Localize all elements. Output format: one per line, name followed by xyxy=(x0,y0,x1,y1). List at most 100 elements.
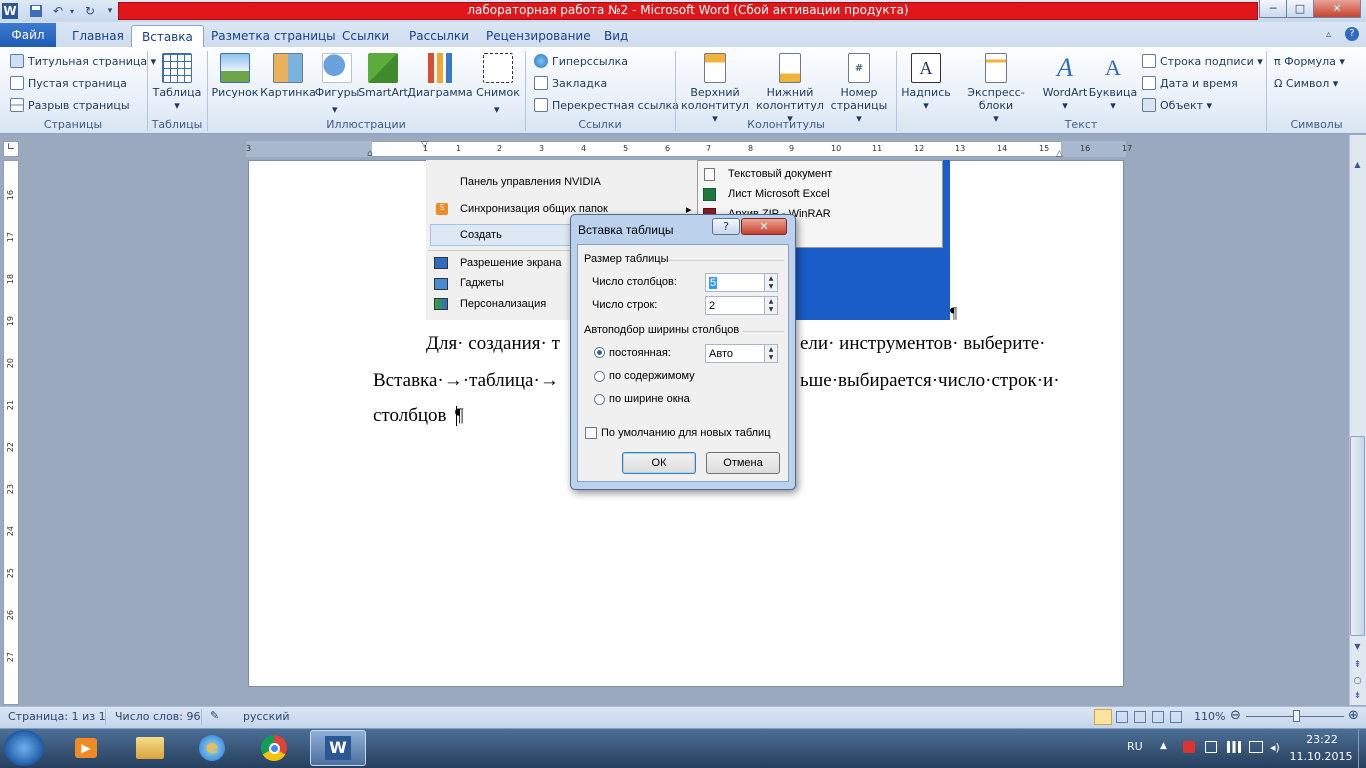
tab-page-layout[interactable]: Разметка страницы xyxy=(201,25,346,47)
bookmark-button[interactable]: Закладка xyxy=(534,74,607,92)
screenshot-button[interactable]: Снимок ▾ xyxy=(474,53,522,116)
columns-input[interactable]: 5 xyxy=(705,273,765,292)
volume-icon[interactable]: ◂) xyxy=(1270,741,1280,754)
zoom-out-icon[interactable]: ⊖ xyxy=(1230,708,1241,723)
signal-icon[interactable] xyxy=(1227,741,1241,753)
help-icon[interactable]: ? xyxy=(1345,27,1359,41)
outline-view-icon[interactable] xyxy=(1152,711,1164,723)
web-layout-icon[interactable] xyxy=(1134,711,1146,723)
horizontal-ruler[interactable] xyxy=(246,141,1126,157)
chart-icon xyxy=(425,53,455,83)
zoom-in-icon[interactable]: ⊕ xyxy=(1348,708,1359,723)
close-button[interactable]: ✕ xyxy=(1313,0,1361,18)
symbol-button[interactable]: Ω Символ ▾ xyxy=(1274,74,1338,92)
header-button[interactable]: Верхний колонтитул ▾ xyxy=(678,53,752,125)
input-language[interactable]: RU xyxy=(1127,740,1143,753)
page-number-button[interactable]: # Номер страницы ▾ xyxy=(828,53,890,125)
fixed-width-spinner[interactable]: ▲ ▼ xyxy=(764,344,778,363)
explorer-icon[interactable] xyxy=(126,730,174,766)
fixed-width-label: постоянная: xyxy=(609,347,671,359)
wordart-button[interactable]: A WordArt ▾ xyxy=(1040,53,1090,112)
show-hidden-icons[interactable]: ▲ xyxy=(1160,741,1167,751)
device-icon[interactable] xyxy=(1205,741,1217,753)
page-break-button[interactable]: Разрыв страницы xyxy=(10,96,130,114)
cancel-button[interactable]: Отмена xyxy=(706,452,780,474)
chart-button[interactable]: Диаграмма xyxy=(407,53,473,99)
fixed-width-radio[interactable] xyxy=(594,347,605,358)
autofit-window-radio[interactable] xyxy=(594,394,605,405)
dialog-close-button[interactable]: ✕ xyxy=(741,218,787,235)
redo-icon[interactable]: ↻ xyxy=(82,3,98,19)
proofing-icon[interactable]: ✎ xyxy=(210,709,226,723)
equation-button[interactable]: π Формула ▾ xyxy=(1274,52,1345,70)
tab-view[interactable]: Вид xyxy=(594,25,638,47)
table-button[interactable]: Таблица ▾ xyxy=(153,53,201,112)
reading-layout-icon[interactable] xyxy=(1116,711,1128,723)
smartart-button[interactable]: SmartArt xyxy=(358,53,408,99)
autofit-content-radio[interactable] xyxy=(594,371,605,382)
rows-spinner[interactable]: ▲ ▼ xyxy=(764,296,778,315)
battery-icon[interactable] xyxy=(1249,741,1263,753)
scroll-up-icon[interactable]: ▲ xyxy=(1350,160,1365,174)
quick-parts-button[interactable]: Экспресс-блоки ▾ xyxy=(953,53,1039,125)
ok-button[interactable]: ОК xyxy=(622,452,696,474)
collapse-ribbon-icon[interactable]: ▵ xyxy=(1326,29,1331,40)
save-icon[interactable] xyxy=(28,3,44,19)
blank-page-button[interactable]: Пустая страница xyxy=(10,74,127,92)
footer-button[interactable]: Нижний колонтитул ▾ xyxy=(753,53,827,125)
print-layout-icon[interactable] xyxy=(1094,709,1112,725)
cover-page-button[interactable]: Титульная страница ▾ xyxy=(10,52,156,70)
shapes-button[interactable]: Фигуры ▾ xyxy=(315,53,359,116)
tab-review[interactable]: Рецензирование xyxy=(476,25,601,47)
left-indent-marker[interactable]: ⌂ xyxy=(367,149,373,159)
hyperlink-button[interactable]: Гиперссылка xyxy=(534,52,628,70)
maximize-button[interactable]: □ xyxy=(1286,0,1314,18)
chrome-icon[interactable] xyxy=(250,730,298,766)
clock-date[interactable]: 11.10.2015 xyxy=(1285,750,1357,763)
object-button[interactable]: Объект ▾ xyxy=(1142,96,1212,114)
columns-spinner[interactable]: ▲ ▼ xyxy=(764,273,778,292)
clock-time[interactable]: 23:22 xyxy=(1296,733,1348,746)
tab-insert[interactable]: Вставка xyxy=(131,25,204,47)
ruler-tick-label: 23 xyxy=(6,484,15,495)
dropcap-button[interactable]: A Буквица ▾ xyxy=(1089,53,1138,112)
show-desktop-button[interactable] xyxy=(1358,729,1366,768)
chevron-down-icon[interactable]: ▾ xyxy=(64,3,80,19)
picture-button[interactable]: Рисунок xyxy=(211,53,259,99)
rows-input[interactable]: 2 xyxy=(705,296,765,315)
tab-home[interactable]: Главная xyxy=(62,25,134,47)
tab-references[interactable]: Ссылки xyxy=(332,25,399,47)
minimize-button[interactable]: ─ xyxy=(1259,0,1287,18)
tab-file[interactable]: Файл xyxy=(0,23,56,47)
security-alert-icon[interactable] xyxy=(1183,741,1195,753)
scrollbar-thumb[interactable] xyxy=(1350,436,1365,636)
signature-line-button[interactable]: Строка подписи ▾ xyxy=(1142,52,1263,70)
browse-object-icon[interactable]: ○ xyxy=(1350,676,1365,690)
customize-qat-icon[interactable]: ▾ xyxy=(102,3,118,19)
cross-reference-button[interactable]: Перекрестная ссылка xyxy=(534,96,679,114)
right-indent-marker[interactable]: △ xyxy=(1056,149,1063,159)
start-button[interactable] xyxy=(4,730,44,766)
draft-view-icon[interactable] xyxy=(1170,711,1182,723)
page-count[interactable]: Страница: 1 из 1 xyxy=(8,710,106,723)
tab-selector[interactable]: ∟ xyxy=(3,141,19,157)
media-player-icon[interactable]: ▶ xyxy=(62,730,110,766)
language-indicator[interactable]: русский xyxy=(243,710,290,723)
textbox-button[interactable]: A Надпись ▾ xyxy=(900,53,952,112)
zoom-level[interactable]: 110% xyxy=(1194,710,1225,723)
word-count[interactable]: Число слов: 96 xyxy=(115,710,201,723)
dialog-help-button[interactable]: ? xyxy=(712,218,740,235)
default-checkbox[interactable] xyxy=(585,427,597,439)
scroll-down-icon[interactable]: ▼ xyxy=(1350,642,1365,656)
next-page-icon[interactable]: ⇟ xyxy=(1350,691,1365,705)
internet-explorer-icon[interactable]: e xyxy=(188,730,236,766)
clipart-button[interactable]: Картинка xyxy=(260,53,316,99)
word-taskbar-button[interactable]: W xyxy=(310,730,366,766)
zoom-slider-thumb[interactable] xyxy=(1293,710,1300,722)
previous-page-icon[interactable]: ⇞ xyxy=(1350,660,1365,674)
word-app-icon[interactable]: W xyxy=(2,3,18,19)
tab-mailings[interactable]: Рассылки xyxy=(399,25,479,47)
fixed-width-input[interactable]: Авто xyxy=(705,344,765,363)
date-time-button[interactable]: Дата и время xyxy=(1142,74,1238,92)
first-line-indent-marker[interactable]: ▽ xyxy=(421,140,428,150)
